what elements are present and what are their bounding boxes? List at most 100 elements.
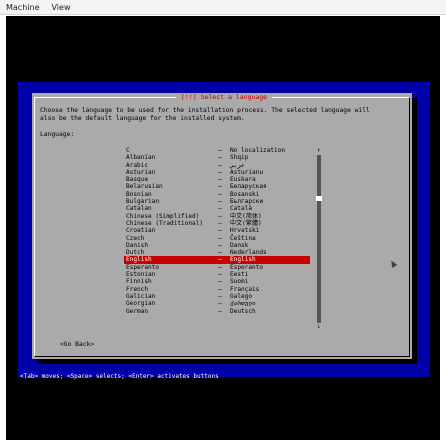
- language-native-name: Nederlands: [230, 249, 267, 257]
- language-native-name: Bosanski: [230, 190, 260, 198]
- language-option[interactable]: Asturian – Asturianu: [124, 169, 310, 176]
- language-native-name: Беларуская: [230, 183, 267, 191]
- language-option[interactable]: Chinese (Simplified) – 中文(简体): [124, 213, 310, 220]
- separator: –: [218, 205, 222, 213]
- language-name: German: [126, 307, 149, 315]
- dialog-shadow-bottom: [37, 359, 417, 364]
- language-name: Danish: [126, 241, 149, 249]
- menu-view[interactable]: View: [46, 3, 77, 12]
- menu-machine[interactable]: Machine: [0, 3, 46, 12]
- separator: –: [218, 168, 222, 176]
- language-native-name: Euskara: [230, 176, 256, 184]
- language-option[interactable]: Esperanto – Esperanto: [124, 264, 310, 271]
- scrollbar-thumb[interactable]: [316, 196, 322, 201]
- language-option[interactable]: Finnish – Suomi: [124, 278, 310, 285]
- language-name: Georgian: [126, 300, 156, 308]
- separator: –: [218, 183, 222, 191]
- separator: –: [218, 300, 222, 308]
- separator: –: [218, 154, 222, 162]
- language-native-name: Català: [230, 205, 253, 213]
- separator: –: [218, 307, 222, 315]
- language-native-name: 中文(简体): [230, 212, 262, 220]
- language-name: Croatian: [126, 227, 156, 235]
- separator: –: [218, 147, 222, 154]
- separator: –: [218, 212, 222, 220]
- language-native-name: Deutsch: [230, 307, 256, 315]
- language-native-name: Hrvatski: [230, 227, 260, 235]
- language-name: Asturian: [126, 168, 156, 176]
- separator: –: [218, 176, 222, 184]
- language-option[interactable]: German – Deutsch: [124, 308, 310, 315]
- language-name: French: [126, 285, 149, 293]
- language-native-name: Shqip: [230, 154, 249, 162]
- separator: –: [218, 249, 222, 257]
- scroll-down-arrow[interactable]: ↓: [317, 323, 321, 330]
- separator: –: [218, 198, 222, 206]
- language-option[interactable]: Danish – Dansk: [124, 242, 310, 249]
- language-option[interactable]: Estonian – Eesti: [124, 271, 310, 278]
- language-native-name: عربي: [230, 161, 245, 169]
- dialog-shadow-right: [412, 98, 417, 364]
- language-name: Galician: [126, 292, 156, 300]
- language-name: Bosnian: [126, 190, 152, 198]
- language-option[interactable]: French – Français: [124, 286, 310, 293]
- language-name: Basque: [126, 176, 149, 184]
- separator: –: [218, 292, 222, 300]
- language-name: Belarusian: [126, 183, 163, 191]
- language-native-name: Suomi: [230, 278, 249, 286]
- language-native-name: Galego: [230, 292, 253, 300]
- language-option[interactable]: English – English: [124, 256, 310, 264]
- language-native-name: Čeština: [230, 234, 256, 242]
- language-option[interactable]: Dutch – Nederlands: [124, 249, 310, 256]
- language-native-name: Eesti: [230, 271, 249, 279]
- separator: –: [218, 161, 222, 169]
- language-name: Finnish: [126, 278, 152, 286]
- language-native-name: Dansk: [230, 241, 249, 249]
- separator: –: [218, 278, 222, 286]
- language-option[interactable]: Georgian – ქართული: [124, 300, 310, 307]
- language-option[interactable]: Bulgarian – Български: [124, 198, 310, 205]
- separator: –: [218, 271, 222, 279]
- language-native-name: Français: [230, 285, 260, 293]
- language-name: Albanian: [126, 154, 156, 162]
- separator: –: [218, 234, 222, 242]
- separator: –: [218, 241, 222, 249]
- scroll-up-arrow[interactable]: ↑: [317, 147, 321, 154]
- language-label: Language:: [40, 131, 75, 138]
- scrollbar[interactable]: [317, 155, 321, 323]
- language-name: C: [126, 147, 130, 154]
- language-name: Czech: [126, 234, 145, 242]
- help-line: <Tab> moves; <Space> selects; <Enter> ac…: [20, 373, 219, 380]
- language-name: Estonian: [126, 271, 156, 279]
- language-option[interactable]: Czech – Čeština: [124, 235, 310, 242]
- menubar: Machine View: [0, 0, 446, 15]
- go-back-button[interactable]: <Go Back>: [60, 341, 94, 348]
- language-option[interactable]: Catalan – Català: [124, 205, 310, 212]
- language-native-name: English: [230, 256, 256, 264]
- dialog-title: [!!] Select a language: [176, 93, 273, 102]
- select-language-dialog: [!!] Select a language Choose the langua…: [32, 93, 412, 359]
- language-option[interactable]: Belarusian – Беларуская: [124, 183, 310, 190]
- separator: –: [218, 190, 222, 198]
- language-option[interactable]: Basque – Euskara: [124, 176, 310, 183]
- language-option[interactable]: Albanian – Shqip: [124, 154, 310, 161]
- separator: –: [218, 285, 222, 293]
- language-option[interactable]: Croatian – Hrvatski: [124, 227, 310, 234]
- language-option[interactable]: Galician – Galego: [124, 293, 310, 300]
- language-name: Chinese (Traditional): [126, 219, 204, 227]
- language-option[interactable]: Chinese (Traditional) – 中文(繁體): [124, 220, 310, 227]
- language-native-name: ქართული: [230, 300, 256, 308]
- dialog-description: Choose the language to be used for the i…: [40, 107, 370, 122]
- separator: –: [218, 227, 222, 235]
- language-name: Esperanto: [126, 263, 160, 271]
- language-native-name: Asturianu: [230, 168, 264, 176]
- language-list[interactable]: C – No localization Albanian – Shqip Arabic – عر…: [124, 147, 310, 315]
- language-option[interactable]: Bosnian – Bosanski: [124, 191, 310, 198]
- language-native-name: No localization: [230, 147, 286, 154]
- language-native-name: 中文(繁體): [230, 219, 262, 227]
- language-option[interactable]: Arabic – عربي: [124, 162, 310, 169]
- language-option[interactable]: C – No localization: [124, 147, 310, 154]
- language-native-name: Esperanto: [230, 263, 264, 271]
- language-name: Arabic: [126, 161, 149, 169]
- language-name: Catalan: [126, 205, 152, 213]
